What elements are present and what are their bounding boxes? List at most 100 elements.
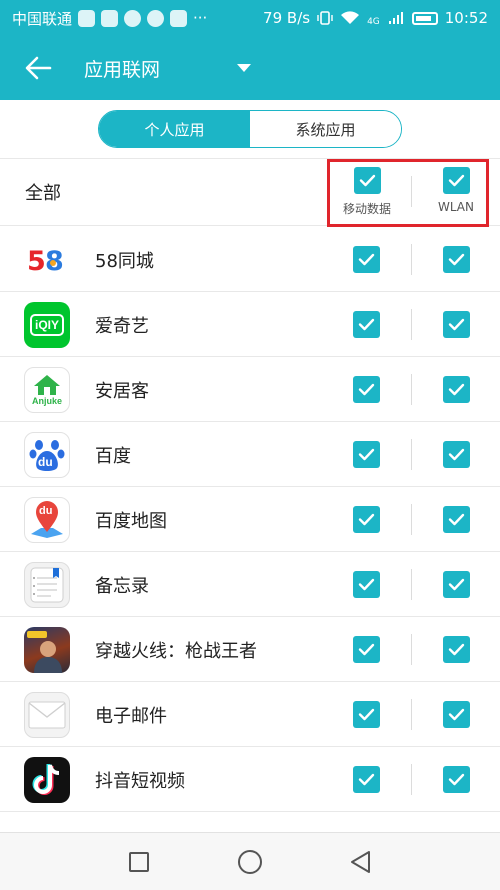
wlan-checkbox[interactable] [443, 766, 470, 793]
check-icon [358, 448, 375, 461]
anjuke-logo-text: Anjuke [31, 396, 62, 406]
column-divider [411, 374, 412, 405]
mobile-data-checkbox[interactable] [353, 636, 380, 663]
app-name: 抖音短视频 [95, 771, 185, 792]
mobile-data-checkbox[interactable] [353, 506, 380, 533]
wlan-checkbox[interactable] [443, 441, 470, 468]
mobile-data-checkbox[interactable] [353, 376, 380, 403]
check-icon [358, 383, 375, 396]
mobile-data-checkbox[interactable] [353, 701, 380, 728]
app-name: 百度 [95, 446, 131, 467]
check-icon [448, 448, 465, 461]
check-icon [358, 513, 375, 526]
back-nav-button[interactable] [346, 847, 376, 877]
baidu-map-icon: du [24, 497, 70, 543]
baidu-paw-icon: du [24, 432, 70, 478]
wlan-checkbox[interactable] [443, 376, 470, 403]
list-item: du 百度 [0, 422, 500, 487]
wifi-icon [341, 11, 360, 24]
column-divider [411, 504, 412, 535]
signal-icon [388, 12, 403, 24]
mobile-data-checkbox[interactable] [353, 571, 380, 598]
anjuke-icon: Anjuke [24, 367, 70, 413]
app-list: 5 8 58同城 iQIY 爱奇艺 Anjuke 安居客 [0, 227, 500, 812]
app-name: 安居客 [95, 381, 149, 402]
home-circle-icon [238, 850, 262, 874]
check-icon [358, 708, 375, 721]
mobile-data-checkbox[interactable] [353, 441, 380, 468]
mobile-data-checkbox[interactable] [353, 311, 380, 338]
app-name: 爱奇艺 [95, 316, 149, 337]
title-dropdown-button[interactable] [224, 48, 264, 88]
back-triangle-icon [351, 851, 370, 873]
column-divider [411, 569, 412, 600]
all-label: 全部 [25, 183, 61, 204]
column-divider [411, 764, 412, 795]
check-icon [358, 578, 375, 591]
wlan-label: WLAN [437, 200, 474, 214]
status-right: 79 B/s 4G 10:52 [263, 9, 488, 27]
douyin-icon [24, 757, 70, 803]
wlan-checkbox[interactable] [443, 571, 470, 598]
back-button[interactable] [0, 36, 76, 100]
wlan-checkbox[interactable] [443, 506, 470, 533]
mobile-data-checkbox[interactable] [353, 246, 380, 273]
baidu-map-logo-text: du [39, 505, 53, 517]
list-item: iQIY 爱奇艺 [0, 292, 500, 357]
58-tongcheng-icon: 5 8 [24, 237, 70, 283]
mobile-data-checkbox[interactable] [353, 766, 380, 793]
column-divider [411, 634, 412, 665]
column-divider [411, 176, 412, 207]
mobile-data-all-checkbox[interactable] [353, 167, 381, 194]
app-name: 穿越火线：枪战王者 [95, 641, 257, 662]
status-bar: 中国联通 ··· 79 B/s 4G 10:52 [0, 0, 500, 36]
notification-game-icon [147, 9, 165, 27]
tab-system-apps[interactable]: 系统应用 [250, 111, 401, 147]
app-name: 备忘录 [95, 576, 149, 597]
app-name: 电子邮件 [95, 706, 167, 727]
app-type-tabs: 个人应用 系统应用 [98, 110, 402, 148]
navigation-bar [0, 832, 500, 890]
all-apps-header: 全部 移动数据 WLAN [0, 158, 500, 227]
home-button[interactable] [235, 847, 265, 877]
wlan-checkbox[interactable] [443, 246, 470, 273]
svg-text:5: 5 [27, 246, 46, 275]
iqiyi-logo-text: iQIY [29, 314, 64, 336]
wlan-checkbox[interactable] [443, 311, 470, 338]
tab-personal-apps[interactable]: 个人应用 [99, 111, 250, 147]
column-divider [411, 244, 412, 275]
column-divider [411, 699, 412, 730]
wlan-checkbox[interactable] [443, 701, 470, 728]
notification-app-icon [78, 9, 96, 27]
notification-gallery-icon [170, 9, 188, 27]
check-icon [448, 383, 465, 396]
recent-apps-button[interactable] [124, 847, 154, 877]
check-icon [448, 643, 465, 656]
vibrate-icon [317, 11, 333, 25]
crossfire-icon [24, 627, 70, 673]
wlan-column-header: WLAN [416, 167, 496, 214]
app-name: 百度地图 [95, 511, 167, 532]
check-icon [448, 513, 465, 526]
network-type: 4G [367, 17, 380, 27]
check-icon [448, 174, 464, 187]
triangle-down-icon [237, 64, 252, 72]
mobile-data-column-header: 移动数据 [327, 167, 407, 217]
list-item: 5 8 58同城 [0, 227, 500, 292]
iqiyi-icon: iQIY [24, 302, 70, 348]
list-item: 抖音短视频 [0, 747, 500, 812]
check-icon [448, 773, 465, 786]
check-icon [359, 174, 375, 187]
wlan-all-checkbox[interactable] [442, 167, 470, 194]
wlan-checkbox[interactable] [443, 636, 470, 663]
battery-icon [411, 11, 438, 25]
check-icon [448, 253, 465, 266]
list-item: du 百度地图 [0, 487, 500, 552]
email-icon [24, 692, 70, 738]
mobile-data-label: 移动数据 [342, 202, 391, 216]
check-icon [448, 708, 465, 721]
more-notifications-label: ··· [193, 9, 208, 27]
page-title: 应用联网 [84, 58, 161, 81]
check-icon [358, 773, 375, 786]
check-icon [358, 253, 375, 266]
